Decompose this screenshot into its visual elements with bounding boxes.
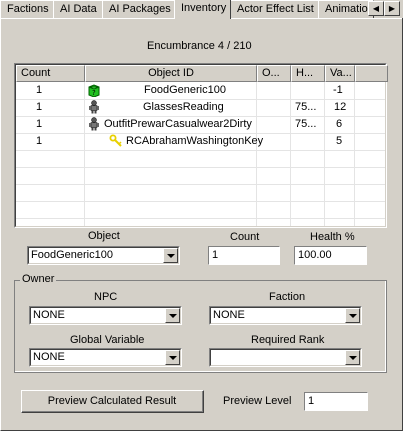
cell-value: -1 xyxy=(333,84,343,96)
owner-group-title: Owner xyxy=(20,273,57,285)
preview-level-input-value: 1 xyxy=(308,395,315,407)
cell-health: 75... xyxy=(295,101,317,113)
arrow-left-icon: ◀ xyxy=(372,4,380,13)
tab-scroll-left-button[interactable]: ◀ xyxy=(368,1,384,16)
grid-line xyxy=(16,218,385,219)
column-header-filler xyxy=(355,65,388,82)
tab-ai-data[interactable]: AI Data xyxy=(53,0,103,18)
inventory-list[interactable]: Count Object ID O... H... Va... 1 ? Food… xyxy=(14,63,388,228)
preview-button-label: Preview Calculated Result xyxy=(22,391,203,412)
tab-label: AI Packages xyxy=(109,3,171,15)
chevron-down-icon[interactable] xyxy=(345,350,360,365)
table-row[interactable]: 1 GlassesReading 75... 12 xyxy=(16,99,385,116)
key-icon xyxy=(109,134,122,147)
chevron-down-icon[interactable] xyxy=(163,248,178,263)
column-header-object-id[interactable]: Object ID xyxy=(85,65,257,82)
tab-label: Animation xyxy=(325,3,374,15)
column-header-health[interactable]: H... xyxy=(291,65,325,82)
health-input-value: 100.00 xyxy=(298,249,332,261)
count-label: Count xyxy=(230,231,260,243)
armor-figure-icon xyxy=(89,117,99,131)
global-variable-label: Global Variable xyxy=(70,334,145,346)
global-variable-select-value: NONE xyxy=(33,351,65,363)
tab-label: AI Data xyxy=(60,3,97,15)
cell-value: 12 xyxy=(334,101,347,113)
required-rank-label: Required Rank xyxy=(251,334,325,346)
required-rank-select[interactable] xyxy=(209,348,362,367)
column-header-owner[interactable]: O... xyxy=(257,65,291,82)
cell-object-id: RCAbrahamWashingtonKey xyxy=(126,135,264,147)
table-row[interactable]: 1 ? FoodGeneric100 -1 xyxy=(16,82,385,99)
encumbrance-label: Encumbrance 4 / 210 xyxy=(147,40,252,52)
faction-select-value: NONE xyxy=(213,309,245,321)
column-header-count[interactable]: Count xyxy=(16,65,85,82)
tab-factions[interactable]: Factions xyxy=(0,0,54,18)
health-label: Health % xyxy=(310,231,355,243)
cell-object-id: FoodGeneric100 xyxy=(144,84,226,96)
health-input[interactable]: 100.00 xyxy=(294,246,367,265)
tab-label: Actor Effect List xyxy=(237,3,314,15)
faction-label: Faction xyxy=(269,291,306,303)
faction-select[interactable]: NONE xyxy=(209,306,362,325)
svg-text:?: ? xyxy=(92,89,96,97)
armor-figure-icon xyxy=(89,100,99,114)
chevron-down-icon[interactable] xyxy=(345,308,360,323)
global-variable-select[interactable]: NONE xyxy=(29,348,182,367)
cell-count: 1 xyxy=(36,118,43,130)
tab-ai-packages[interactable]: AI Packages xyxy=(102,0,175,18)
tab-label: Factions xyxy=(7,3,49,15)
grid-line xyxy=(16,184,385,185)
tab-label: Inventory xyxy=(181,2,227,14)
object-select-value: FoodGeneric100 xyxy=(31,249,113,261)
cell-count: 1 xyxy=(36,101,43,113)
tab-scroll-right-button[interactable]: ▶ xyxy=(384,1,400,16)
preview-level-input[interactable]: 1 xyxy=(304,392,368,411)
preview-calculated-result-button[interactable]: Preview Calculated Result xyxy=(21,390,204,413)
cell-value: 6 xyxy=(336,118,343,130)
tab-actor-effect-list[interactable]: Actor Effect List xyxy=(230,0,319,18)
grid-line xyxy=(16,167,385,168)
food-box-icon: ? xyxy=(88,84,100,97)
cell-count: 1 xyxy=(36,135,43,147)
grid-line xyxy=(16,201,385,202)
cell-object-id: OutfitPrewarCasualwear2Dirty xyxy=(104,118,252,130)
npc-label: NPC xyxy=(94,291,118,303)
object-label: Object xyxy=(88,230,120,242)
count-input-value: 1 xyxy=(212,249,219,261)
chevron-down-icon[interactable] xyxy=(165,350,180,365)
cell-count: 1 xyxy=(36,84,43,96)
tab-inventory[interactable]: Inventory xyxy=(174,0,231,19)
count-input[interactable]: 1 xyxy=(208,246,280,265)
grid-line xyxy=(16,150,385,151)
cell-object-id: GlassesReading xyxy=(143,101,224,113)
npc-select[interactable]: NONE xyxy=(29,306,182,325)
tab-animation[interactable]: Animation xyxy=(318,0,374,18)
cell-health: 75... xyxy=(295,118,317,130)
column-header-value[interactable]: Va... xyxy=(325,65,355,82)
chevron-down-icon[interactable] xyxy=(165,308,180,323)
object-select[interactable]: FoodGeneric100 xyxy=(27,246,180,265)
preview-level-label: Preview Level xyxy=(223,395,292,407)
arrow-right-icon: ▶ xyxy=(388,4,396,13)
table-row[interactable]: 1 OutfitPrewarCasualwear2Dirty 75... 6 xyxy=(16,116,385,133)
cell-value: 5 xyxy=(336,135,343,147)
table-row[interactable]: 1 RCAbrahamWashingtonKey 5 xyxy=(16,133,385,150)
npc-select-value: NONE xyxy=(33,309,65,321)
